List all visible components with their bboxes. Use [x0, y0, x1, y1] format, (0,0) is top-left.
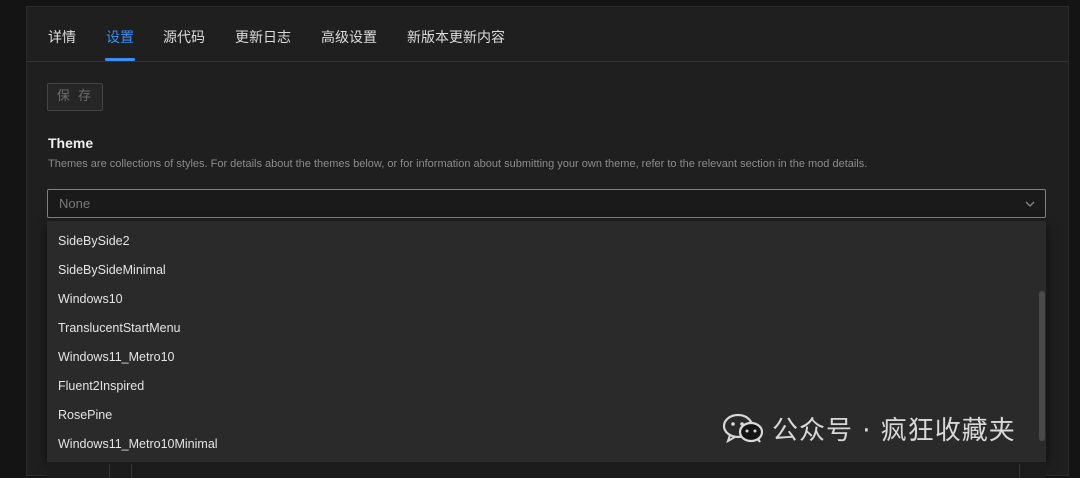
settings-panel: 详情 设置 源代码 更新日志 高级设置 新版本更新内容 保 存 Theme Th… — [26, 6, 1069, 478]
tab-settings[interactable]: 设置 — [106, 27, 134, 47]
theme-description: Themes are collections of styles. For de… — [48, 158, 868, 170]
theme-title: Theme — [48, 135, 94, 151]
save-button[interactable]: 保 存 — [47, 83, 103, 111]
tab-source-code[interactable]: 源代码 — [163, 27, 205, 47]
strip-divider — [109, 464, 110, 478]
theme-option[interactable]: SideBySide2 — [58, 234, 130, 248]
dropdown-scrollbar[interactable] — [1038, 221, 1046, 461]
strip-divider — [1019, 464, 1020, 478]
watermark-text: 公众号 · 疯狂收藏夹 — [772, 415, 1016, 446]
theme-option[interactable]: Windows11_Metro10 — [58, 350, 175, 364]
theme-option[interactable]: Windows10 — [58, 292, 123, 306]
wechat-icon — [722, 413, 764, 443]
strip-divider — [131, 464, 132, 478]
theme-option[interactable]: Windows11_Metro10Minimal — [58, 437, 218, 451]
dropdown-scrollbar-thumb[interactable] — [1039, 291, 1045, 441]
theme-option[interactable]: RosePine — [58, 408, 112, 422]
chevron-down-icon — [1025, 201, 1035, 207]
tab-details[interactable]: 详情 — [48, 27, 76, 47]
tab-changelog[interactable]: 更新日志 — [235, 27, 291, 47]
theme-option[interactable]: SideBySideMinimal — [58, 263, 166, 277]
theme-select[interactable]: None — [47, 189, 1046, 218]
theme-option[interactable]: Fluent2Inspired — [58, 379, 144, 393]
tab-bar: 详情 设置 源代码 更新日志 高级设置 新版本更新内容 — [27, 7, 1068, 62]
theme-select-value: None — [59, 196, 91, 211]
theme-option[interactable]: TranslucentStartMenu — [58, 321, 181, 335]
obscured-content-strip — [47, 461, 1046, 478]
active-tab-indicator — [105, 58, 135, 61]
tab-new-version-changes[interactable]: 新版本更新内容 — [407, 27, 505, 47]
tab-advanced-settings[interactable]: 高级设置 — [321, 27, 377, 47]
watermark: 公众号 · 疯狂收藏夹 — [722, 410, 1016, 446]
